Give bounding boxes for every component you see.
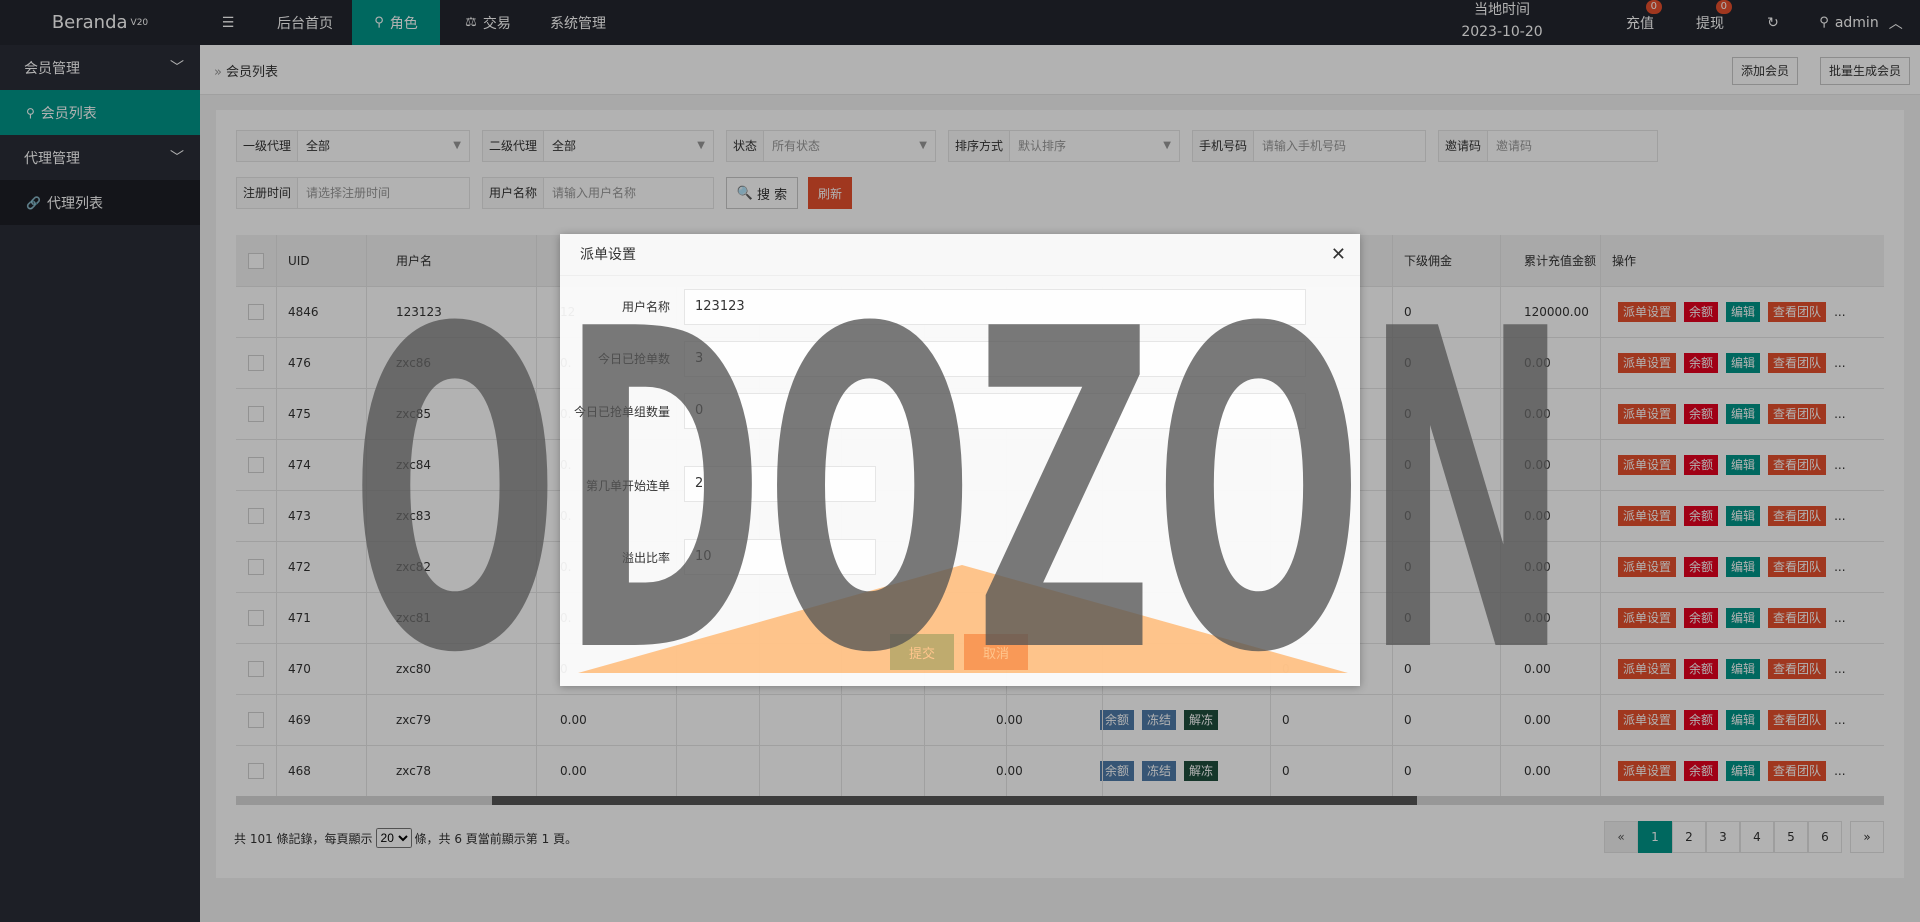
watermark-logo: ODOZON: [350, 237, 1570, 675]
watermark-text: ODOZON: [350, 237, 1570, 675]
